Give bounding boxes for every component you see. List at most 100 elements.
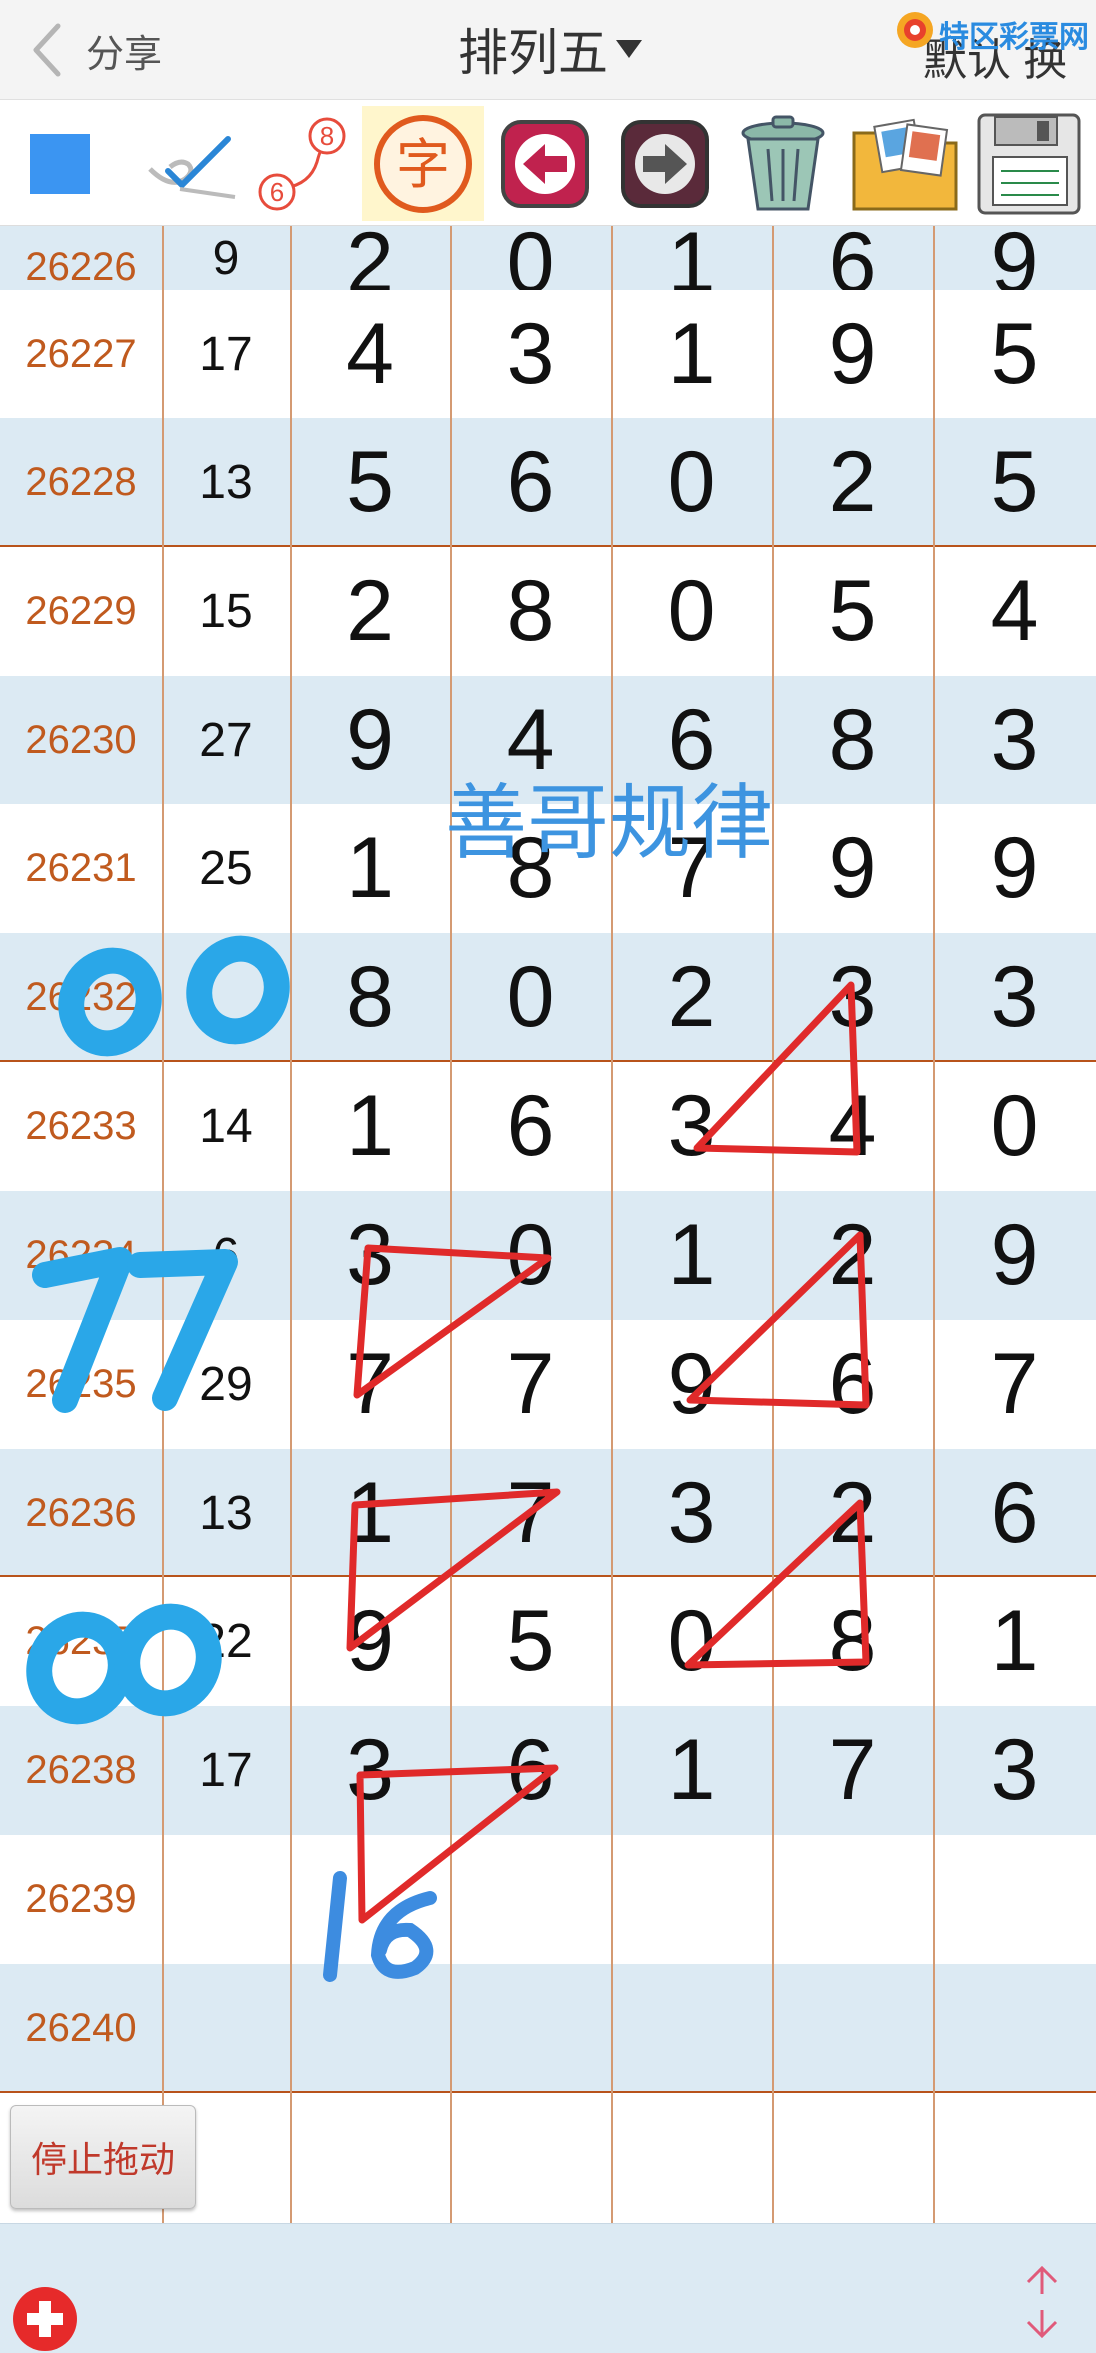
digit-cell-2[interactable]: 6	[450, 1706, 611, 1835]
digit-cell-5[interactable]	[933, 1835, 1096, 1964]
digit-cell-3[interactable]: 1	[611, 1191, 772, 1320]
digit-cell-4[interactable]: 7	[772, 1706, 933, 1835]
digit-cell-5[interactable]: 0	[933, 1062, 1096, 1191]
digit-cell-3[interactable]: 1	[611, 1706, 772, 1835]
digit-cell-4[interactable]: 6	[772, 1320, 933, 1449]
digit-cell-2[interactable]: 6	[450, 1062, 611, 1191]
digit-cell-1[interactable]: 2	[290, 547, 450, 676]
column-divider	[162, 226, 164, 2223]
sum-value: 17	[199, 327, 253, 381]
digit-cell-1[interactable]: 1	[290, 1062, 450, 1191]
column-divider	[450, 226, 452, 2223]
digit-cell-5[interactable]: 5	[933, 290, 1096, 418]
digit-cell-1[interactable]: 3	[290, 1706, 450, 1835]
digit-cell-5[interactable]: 3	[933, 1706, 1096, 1835]
back-share-button[interactable]: 分享	[28, 18, 168, 82]
issue-number: 26229	[25, 589, 137, 633]
digit-cell-2[interactable]: 8	[450, 547, 611, 676]
digit-cell-1[interactable]: 7	[290, 1320, 450, 1449]
digit-cell-2[interactable]	[450, 2093, 611, 2223]
issue-number: 26234	[25, 1233, 137, 1277]
digit-cell-3[interactable]: 0	[611, 1577, 772, 1706]
digit-cell-5[interactable]	[933, 2093, 1096, 2223]
digit-cell-1[interactable]	[290, 2093, 450, 2223]
digit-cell-1[interactable]: 9	[290, 676, 450, 804]
digit-cell-5[interactable]: 9	[933, 1191, 1096, 1320]
digit-cell-4[interactable]: 3	[772, 933, 933, 1062]
digit-cell-4[interactable]: 9	[772, 804, 933, 933]
digit-cell-5[interactable]	[933, 1964, 1096, 2093]
digit-cell-2[interactable]	[450, 1964, 611, 2093]
connect-numbers-tool[interactable]: 8 6	[255, 106, 355, 221]
digit-cell-1[interactable]: 2	[290, 226, 450, 290]
digit-cell-4[interactable]: 2	[772, 1191, 933, 1320]
digit-cell-2[interactable]	[450, 1835, 611, 1964]
digit-cell-2[interactable]: 3	[450, 290, 611, 418]
digit-cell-4[interactable]	[772, 1835, 933, 1964]
digit-cell-3[interactable]: 3	[611, 1449, 772, 1577]
digit-cell-5[interactable]: 3	[933, 676, 1096, 804]
redo-button[interactable]	[610, 106, 720, 221]
digit-cell-4[interactable]: 5	[772, 547, 933, 676]
digit-cell-1[interactable]: 3	[290, 1191, 450, 1320]
digit-cell-1[interactable]: 5	[290, 418, 450, 547]
digit-cell-4[interactable]: 6	[772, 226, 933, 290]
digit-cell-2[interactable]: 0	[450, 933, 611, 1062]
save-button[interactable]	[970, 106, 1088, 221]
digit-cell-5[interactable]: 9	[933, 804, 1096, 933]
pen-tool[interactable]	[135, 106, 245, 221]
digit-cell-1[interactable]: 4	[290, 290, 450, 418]
digit-cell-3[interactable]: 1	[611, 226, 772, 290]
digit-cell-2[interactable]: 0	[450, 226, 611, 290]
digit-cell-3[interactable]: 3	[611, 1062, 772, 1191]
digit-cell-5[interactable]: 7	[933, 1320, 1096, 1449]
digit-cell-4[interactable]: 2	[772, 418, 933, 547]
undo-button[interactable]	[490, 106, 600, 221]
digit-cell-2[interactable]: 7	[450, 1449, 611, 1577]
digit-cell-4[interactable]	[772, 2093, 933, 2223]
digit-cell-3[interactable]	[611, 1835, 772, 1964]
drawing-toolbar: 8 6 字	[0, 101, 1096, 226]
sum-value: 25	[199, 842, 253, 895]
digit-cell-2[interactable]: 6	[450, 418, 611, 547]
digit-cell-1[interactable]: 8	[290, 933, 450, 1062]
text-tool[interactable]: 字	[362, 106, 484, 221]
digit-cell-2[interactable]: 5	[450, 1577, 611, 1706]
digit-cell-5[interactable]: 5	[933, 418, 1096, 547]
digit-cell-4[interactable]: 8	[772, 676, 933, 804]
digit-cell-5[interactable]: 3	[933, 933, 1096, 1062]
color-picker-tool[interactable]	[10, 106, 110, 221]
digit-cell-1[interactable]	[290, 1835, 450, 1964]
digit-cell-3[interactable]	[611, 2093, 772, 2223]
skin-switch-button[interactable]: 默认 换皮 特区彩票网	[895, 10, 1095, 149]
digit-cell-2[interactable]: 0	[450, 1191, 611, 1320]
digit-cell-3[interactable]: 2	[611, 933, 772, 1062]
digit-cell-5[interactable]: 1	[933, 1577, 1096, 1706]
digit-cell-4[interactable]: 2	[772, 1449, 933, 1577]
gallery-button[interactable]	[845, 106, 965, 221]
digit-cell-4[interactable]: 9	[772, 290, 933, 418]
digit-cell-1[interactable]: 1	[290, 804, 450, 933]
digit-cell-3[interactable]: 0	[611, 547, 772, 676]
stop-drag-button[interactable]: 停止拖动	[10, 2105, 196, 2209]
page-title: 排列五	[458, 25, 608, 81]
digit-cell-1[interactable]	[290, 1964, 450, 2093]
digit-cell-1[interactable]: 9	[290, 1577, 450, 1706]
chevron-left-icon	[33, 23, 61, 77]
digit-cell-5[interactable]: 6	[933, 1449, 1096, 1577]
scroll-up-down-icon[interactable]	[1012, 2264, 1072, 2340]
digit-cell-5[interactable]: 4	[933, 547, 1096, 676]
add-plus-icon[interactable]	[10, 2284, 80, 2353]
digit-cell-5[interactable]: 9	[933, 226, 1096, 290]
digit-cell-4[interactable]	[772, 1964, 933, 2093]
digit-cell-3[interactable]	[611, 1964, 772, 2093]
digit-cell-3[interactable]: 0	[611, 418, 772, 547]
digit-cell-3[interactable]: 1	[611, 290, 772, 418]
digit-cell-4[interactable]: 4	[772, 1062, 933, 1191]
digit-cell-4[interactable]: 8	[772, 1577, 933, 1706]
digit-cell-3[interactable]: 9	[611, 1320, 772, 1449]
digit-cell-1[interactable]: 1	[290, 1449, 450, 1577]
clear-button[interactable]	[725, 106, 840, 221]
game-title-dropdown[interactable]: 排列五	[430, 12, 670, 86]
digit-cell-2[interactable]: 7	[450, 1320, 611, 1449]
